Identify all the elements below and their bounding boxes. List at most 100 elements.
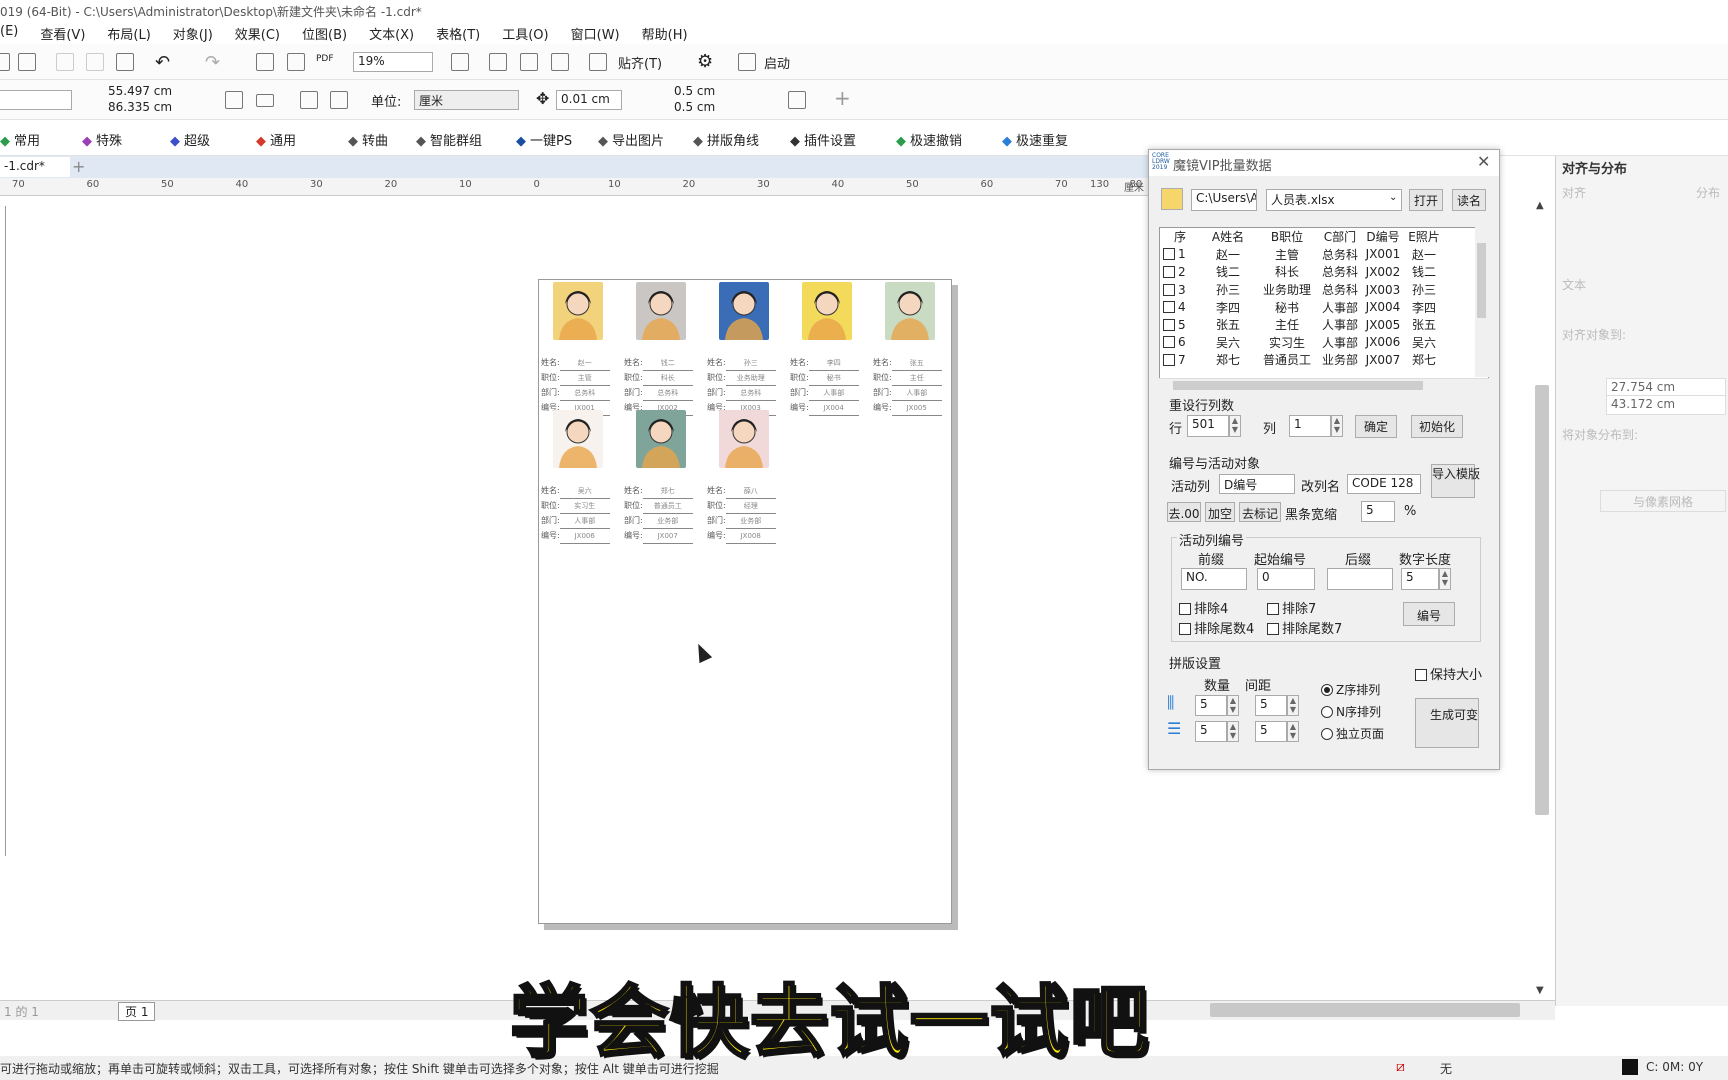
- table-row[interactable]: 5 张五 主任 人事部 JX005 张五: [1160, 316, 1444, 334]
- unit-dropdown[interactable]: 厘米: [414, 90, 519, 110]
- menu-item[interactable]: 查看(V): [40, 24, 85, 44]
- row-gap-field[interactable]: 5: [1255, 721, 1287, 742]
- preset-dropdown[interactable]: [0, 90, 72, 110]
- add-space-button[interactable]: 加空: [1205, 502, 1235, 522]
- options-gear-icon[interactable]: ⚙: [697, 51, 713, 72]
- menu-item[interactable]: 文本(X): [369, 24, 414, 44]
- plugin-button[interactable]: ◆ 插件设置: [790, 130, 856, 149]
- launch-icon[interactable]: [738, 53, 756, 71]
- folder-icon[interactable]: [1161, 188, 1183, 210]
- exclude-4-checkbox[interactable]: 排除4: [1179, 598, 1228, 617]
- scroll-down-icon[interactable]: ▼: [1536, 985, 1544, 996]
- table-row[interactable]: 1 赵一 主管 总务科 JX001 赵一: [1160, 246, 1444, 264]
- full-screen-icon[interactable]: [451, 53, 469, 71]
- table-row[interactable]: 2 钱二 科长 总务科 JX002 钱二: [1160, 263, 1444, 281]
- exclude-tail-7-checkbox[interactable]: 排除尾数7: [1267, 618, 1342, 637]
- id-card[interactable]: 姓名: 孙三 职位: 业务助理 部门: 总务科 编号: JX003: [707, 282, 789, 416]
- plugin-button[interactable]: ◆ 特殊: [82, 130, 122, 149]
- grid-column-header[interactable]: 序: [1160, 228, 1200, 246]
- export-icon[interactable]: [287, 53, 305, 71]
- remove-decimal-button[interactable]: 去.00: [1167, 502, 1201, 522]
- table-row[interactable]: 4 李四 秘书 人事部 JX004 李四: [1160, 298, 1444, 316]
- grid-vscrollbar[interactable]: [1475, 227, 1489, 377]
- confirm-button[interactable]: 确定: [1355, 415, 1397, 438]
- menu-item[interactable]: 对象(J): [173, 24, 213, 44]
- grid-column-header[interactable]: D编号: [1362, 228, 1404, 246]
- print-icon[interactable]: [18, 53, 36, 71]
- n-order-radio[interactable]: N序排列: [1321, 703, 1381, 720]
- col-quantity-field[interactable]: 5: [1195, 695, 1227, 716]
- read-name-button[interactable]: 读名: [1452, 189, 1486, 211]
- plugin-button[interactable]: ◆ 极速撤销: [896, 130, 962, 149]
- plugin-button[interactable]: ◆ 一键PS: [516, 130, 572, 149]
- duplicate-y-field[interactable]: 0.5 cm: [670, 99, 750, 119]
- paste-icon[interactable]: [116, 53, 134, 71]
- grid-vscroll-thumb[interactable]: [1477, 243, 1486, 318]
- row-quantity-field[interactable]: 5: [1195, 721, 1227, 742]
- excel-file-dropdown[interactable]: 人员表.xlsx: [1266, 189, 1402, 211]
- row-count-stepper[interactable]: ▲ ▼: [1229, 415, 1241, 437]
- row-checkbox[interactable]: [1163, 318, 1175, 331]
- row-gap-stepper[interactable]: ▲ ▼: [1287, 721, 1299, 742]
- col-count-field[interactable]: 1: [1289, 415, 1331, 437]
- table-row[interactable]: 7 郑七 普通员工 业务部 JX007 郑七: [1160, 351, 1444, 369]
- copy-icon[interactable]: [86, 53, 104, 71]
- data-grid[interactable]: 序 A姓名 B职位 C部门 D编号 E照片 1 赵一 主管 总务科 JX001 赵一 2 钱二 科长 总务科…: [1159, 227, 1489, 392]
- save-icon[interactable]: [0, 53, 10, 71]
- number-button[interactable]: 编号: [1403, 602, 1455, 626]
- z-order-radio[interactable]: Z序排列: [1321, 681, 1380, 698]
- plugin-button[interactable]: ◆ 极速重复: [1002, 130, 1068, 149]
- scroll-up-icon[interactable]: ▲: [1536, 200, 1544, 211]
- row-count-field[interactable]: 501: [1187, 415, 1229, 437]
- id-card[interactable]: 姓名: 张五 职位: 主任 部门: 人事部 编号: JX005: [873, 282, 955, 416]
- all-pages-icon[interactable]: [300, 91, 318, 109]
- row-checkbox[interactable]: [1163, 336, 1175, 349]
- document-page[interactable]: 姓名: 赵一 职位: 主管 部门: 总务科 编号: JX001 姓名: 钱二 职位: 科长 部门: 总务科…: [538, 279, 952, 924]
- col-quantity-stepper[interactable]: ▲ ▼: [1227, 695, 1239, 716]
- new-tab-icon[interactable]: +: [72, 157, 85, 176]
- grid-icon[interactable]: [520, 53, 538, 71]
- row-checkbox[interactable]: [1163, 248, 1175, 261]
- menu-item[interactable]: 位图(B): [302, 24, 347, 44]
- path-field[interactable]: C:\Users\Adr: [1191, 189, 1257, 211]
- treat-as-filled-icon[interactable]: [788, 91, 806, 109]
- bar-width-field[interactable]: 5: [1361, 501, 1395, 522]
- page-tab[interactable]: 页 1: [118, 1002, 156, 1021]
- menu-item[interactable]: 表格(T): [436, 24, 480, 44]
- open-button[interactable]: 打开: [1409, 189, 1443, 211]
- redo-icon[interactable]: ↷: [205, 52, 220, 73]
- id-card[interactable]: 姓名: 吴六 职位: 实习生 部门: 人事部 编号: JX006: [541, 410, 623, 544]
- single-page-radio[interactable]: 独立页面: [1321, 725, 1384, 742]
- page-height-field[interactable]: 86.335 cm: [104, 99, 184, 119]
- plugin-button[interactable]: ◆ 通用: [256, 130, 296, 149]
- current-page-icon[interactable]: [330, 91, 348, 109]
- grid-column-header[interactable]: B职位: [1256, 228, 1318, 246]
- grid-hscroll-thumb[interactable]: [1173, 381, 1423, 390]
- plugin-button[interactable]: ◆ 拼版角线: [693, 130, 759, 149]
- undo-icon[interactable]: ↶: [155, 52, 170, 73]
- snap-icon[interactable]: [589, 53, 607, 71]
- y-coordinate-field[interactable]: 43.172 cm: [1606, 395, 1726, 415]
- row-checkbox[interactable]: [1163, 283, 1175, 296]
- id-card[interactable]: 姓名: 钱二 职位: 科长 部门: 总务科 编号: JX002: [624, 282, 706, 416]
- rulers-icon[interactable]: [489, 53, 507, 71]
- import-template-button[interactable]: 导入模版: [1431, 464, 1480, 498]
- remove-mark-button[interactable]: 去标记: [1239, 502, 1281, 522]
- keep-size-checkbox[interactable]: 保持大小: [1415, 664, 1482, 683]
- vertical-scrollbar[interactable]: [1535, 385, 1549, 815]
- grid-column-header[interactable]: E照片: [1404, 228, 1444, 246]
- snap-menu[interactable]: 贴齐(T): [618, 53, 662, 72]
- menu-item[interactable]: 布局(L): [107, 24, 150, 44]
- id-card[interactable]: 姓名: 李四 职位: 秘书 部门: 人事部 编号: JX004: [790, 282, 872, 416]
- col-gap-field[interactable]: 5: [1255, 695, 1287, 716]
- nudge-field[interactable]: 0.01 cm: [556, 90, 622, 110]
- menu-item[interactable]: 窗口(W): [571, 24, 620, 44]
- id-card[interactable]: 姓名: 郑七 职位: 普通员工 部门: 业务部 编号: JX007: [624, 410, 706, 544]
- dialog-close-icon[interactable]: ✕: [1477, 152, 1490, 171]
- plugin-button[interactable]: ◆ 导出图片: [598, 130, 664, 149]
- grid-hscrollbar[interactable]: [1159, 378, 1489, 392]
- pixel-grid-button[interactable]: 与像素网格: [1600, 490, 1726, 512]
- plugin-button[interactable]: ◆ 常用: [0, 130, 40, 149]
- col-gap-stepper[interactable]: ▲ ▼: [1287, 695, 1299, 716]
- row-quantity-stepper[interactable]: ▲ ▼: [1227, 721, 1239, 742]
